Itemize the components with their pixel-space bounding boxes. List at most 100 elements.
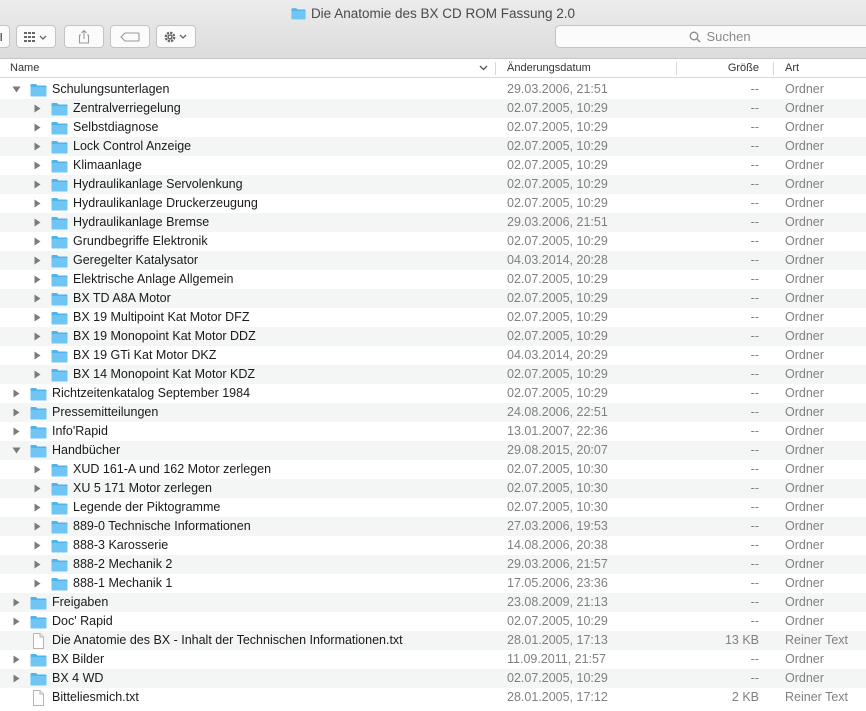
disclosure-triangle-collapsed-icon[interactable] [33, 484, 42, 493]
column-divider[interactable] [495, 62, 496, 75]
tag-button[interactable] [110, 25, 150, 48]
folder-row[interactable]: BX 19 GTi Kat Motor DKZ 04.03.2014, 20:29… [0, 346, 866, 365]
window-title: Die Anatomie des BX CD ROM Fassung 2.0 [310, 5, 576, 21]
item-kind: Ordner [785, 215, 824, 229]
disclosure-triangle-collapsed-icon[interactable] [33, 256, 42, 265]
disclosure-triangle-collapsed-icon[interactable] [33, 579, 42, 588]
action-button[interactable] [156, 25, 196, 48]
folder-row[interactable]: Freigaben 23.08.2009, 21:13 -- Ordner [0, 593, 866, 612]
item-size: -- [750, 462, 759, 476]
disclosure-triangle-collapsed-icon[interactable] [33, 370, 42, 379]
folder-row[interactable]: Doc' Rapid 02.07.2005, 10:29 -- Ordner [0, 612, 866, 631]
item-name: 888-2 Mechanik 2 [73, 557, 173, 571]
disclosure-triangle-expanded-icon[interactable] [12, 446, 21, 455]
folder-icon [30, 388, 47, 401]
disclosure-triangle-expanded-icon[interactable] [12, 85, 21, 94]
folder-row[interactable]: XUD 161-A und 162 Motor zerlegen 02.07.20… [0, 460, 866, 479]
folder-row[interactable]: BX 19 Multipoint Kat Motor DFZ 02.07.2005… [0, 308, 866, 327]
disclosure-triangle-collapsed-icon[interactable] [33, 142, 42, 151]
search-field[interactable]: Suchen [555, 25, 866, 48]
file-row[interactable]: Bitteliesmich.txt 28.01.2005, 17:12 2 KB Re… [0, 688, 866, 707]
folder-row[interactable]: Richtzeitenkatalog September 1984 02.07.2… [0, 384, 866, 403]
item-modified-date: 27.03.2006, 19:53 [507, 519, 608, 533]
item-modified-date: 17.05.2006, 23:36 [507, 576, 608, 590]
folder-row[interactable]: Legende der Piktogramme 02.07.2005, 10:30… [0, 498, 866, 517]
folder-row[interactable]: 888-1 Mechanik 1 17.05.2006, 23:36 -- Ordne… [0, 574, 866, 593]
column-header-name[interactable]: Name [10, 59, 39, 78]
column-divider[interactable] [676, 62, 677, 75]
item-name: 888-3 Karosserie [73, 538, 169, 552]
folder-row[interactable]: 888-2 Mechanik 2 29.03.2006, 21:57 -- Ordne… [0, 555, 866, 574]
columns-view-button[interactable] [0, 25, 10, 48]
disclosure-triangle-collapsed-icon[interactable] [33, 465, 42, 474]
folder-row[interactable]: Zentralverriegelung 02.07.2005, 10:29 -- Or… [0, 99, 866, 118]
disclosure-triangle-collapsed-icon[interactable] [12, 427, 21, 436]
folder-row[interactable]: Grundbegriffe Elektronik 02.07.2005, 10:2… [0, 232, 866, 251]
item-size: -- [750, 481, 759, 495]
folder-row[interactable]: XU 5 171 Motor zerlegen 02.07.2005, 10:30… [0, 479, 866, 498]
disclosure-triangle-collapsed-icon[interactable] [33, 237, 42, 246]
folder-row[interactable]: Info'Rapid 13.01.2007, 22:36 -- Ordner [0, 422, 866, 441]
folder-row[interactable]: Hydraulikanlage Bremse 29.03.2006, 21:51 -… [0, 213, 866, 232]
disclosure-triangle-collapsed-icon[interactable] [33, 275, 42, 284]
file-row[interactable]: Die Anatomie des BX - Inhalt der Technis… [0, 631, 866, 650]
disclosure-triangle-collapsed-icon[interactable] [12, 408, 21, 417]
folder-row[interactable]: Pressemitteilungen 24.08.2006, 22:51 -- Ord… [0, 403, 866, 422]
view-options-button[interactable] [16, 25, 56, 48]
folder-row[interactable]: 889-0 Technische Informationen 27.03.2006… [0, 517, 866, 536]
disclosure-triangle-collapsed-icon[interactable] [33, 541, 42, 550]
item-name: BX 19 GTi Kat Motor DKZ [73, 348, 217, 362]
disclosure-triangle-collapsed-icon[interactable] [12, 598, 21, 607]
item-modified-date: 02.07.2005, 10:29 [507, 671, 608, 685]
disclosure-triangle-collapsed-icon[interactable] [33, 199, 42, 208]
column-divider[interactable] [773, 62, 774, 75]
folder-row[interactable]: Hydraulikanlage Druckerzeugung 02.07.2005… [0, 194, 866, 213]
disclosure-triangle-collapsed-icon[interactable] [33, 294, 42, 303]
text-document-icon [33, 633, 44, 649]
disclosure-triangle-collapsed-icon[interactable] [33, 123, 42, 132]
folder-row[interactable]: Handbücher 29.08.2015, 20:07 -- Ordner [0, 441, 866, 460]
disclosure-triangle-collapsed-icon[interactable] [33, 180, 42, 189]
item-modified-date: 02.07.2005, 10:29 [507, 272, 608, 286]
folder-row[interactable]: BX 19 Monopoint Kat Motor DDZ 02.07.2005,… [0, 327, 866, 346]
folder-row[interactable]: Hydraulikanlage Servolenkung 02.07.2005, … [0, 175, 866, 194]
item-modified-date: 04.03.2014, 20:29 [507, 348, 608, 362]
window-title-bar: Die Anatomie des BX CD ROM Fassung 2.0 [0, 3, 866, 23]
folder-icon [51, 217, 68, 230]
disclosure-triangle-collapsed-icon[interactable] [12, 674, 21, 683]
sort-chevron-icon[interactable] [479, 64, 488, 72]
disclosure-triangle-collapsed-icon[interactable] [33, 161, 42, 170]
disclosure-triangle-collapsed-icon[interactable] [33, 351, 42, 360]
folder-row[interactable]: Geregelter Katalysator 04.03.2014, 20:28 -… [0, 251, 866, 270]
disclosure-triangle-collapsed-icon[interactable] [33, 104, 42, 113]
disclosure-triangle-collapsed-icon[interactable] [33, 503, 42, 512]
disclosure-triangle-collapsed-icon[interactable] [33, 313, 42, 322]
column-header-date[interactable]: Änderungsdatum [507, 59, 591, 78]
folder-icon [51, 578, 68, 591]
folder-row[interactable]: Klimaanlage 02.07.2005, 10:29 -- Ordner [0, 156, 866, 175]
folder-row[interactable]: 888-3 Karosserie 14.08.2006, 20:38 -- Ordne… [0, 536, 866, 555]
folder-row[interactable]: Lock Control Anzeige 02.07.2005, 10:29 -- O… [0, 137, 866, 156]
share-button[interactable] [64, 25, 104, 48]
disclosure-triangle-collapsed-icon[interactable] [33, 218, 42, 227]
folder-row[interactable]: BX TD A8A Motor 02.07.2005, 10:29 -- Ordner [0, 289, 866, 308]
disclosure-triangle-collapsed-icon[interactable] [33, 332, 42, 341]
item-name: Doc' Rapid [52, 614, 113, 628]
disclosure-triangle-collapsed-icon[interactable] [12, 389, 21, 398]
item-kind: Ordner [785, 139, 824, 153]
folder-row[interactable]: Selbstdiagnose 02.07.2005, 10:29 -- Ordner [0, 118, 866, 137]
folder-row[interactable]: Schulungsunterlagen 29.03.2006, 21:51 -- Or… [0, 80, 866, 99]
item-modified-date: 04.03.2014, 20:28 [507, 253, 608, 267]
column-header-size[interactable]: Größe [728, 59, 759, 78]
item-size: -- [750, 519, 759, 533]
disclosure-triangle-collapsed-icon[interactable] [12, 617, 21, 626]
folder-row[interactable]: BX 4 WD 02.07.2005, 10:29 -- Ordner [0, 669, 866, 688]
disclosure-triangle-collapsed-icon[interactable] [33, 560, 42, 569]
disclosure-triangle-collapsed-icon[interactable] [12, 655, 21, 664]
item-kind: Reiner Text [785, 633, 848, 647]
folder-row[interactable]: Elektrische Anlage Allgemein 02.07.2005, … [0, 270, 866, 289]
folder-row[interactable]: BX 14 Monopoint Kat Motor KDZ 02.07.2005,… [0, 365, 866, 384]
disclosure-triangle-collapsed-icon[interactable] [33, 522, 42, 531]
folder-row[interactable]: BX Bilder 11.09.2011, 21:57 -- Ordner [0, 650, 866, 669]
column-header-kind[interactable]: Art [785, 59, 799, 78]
